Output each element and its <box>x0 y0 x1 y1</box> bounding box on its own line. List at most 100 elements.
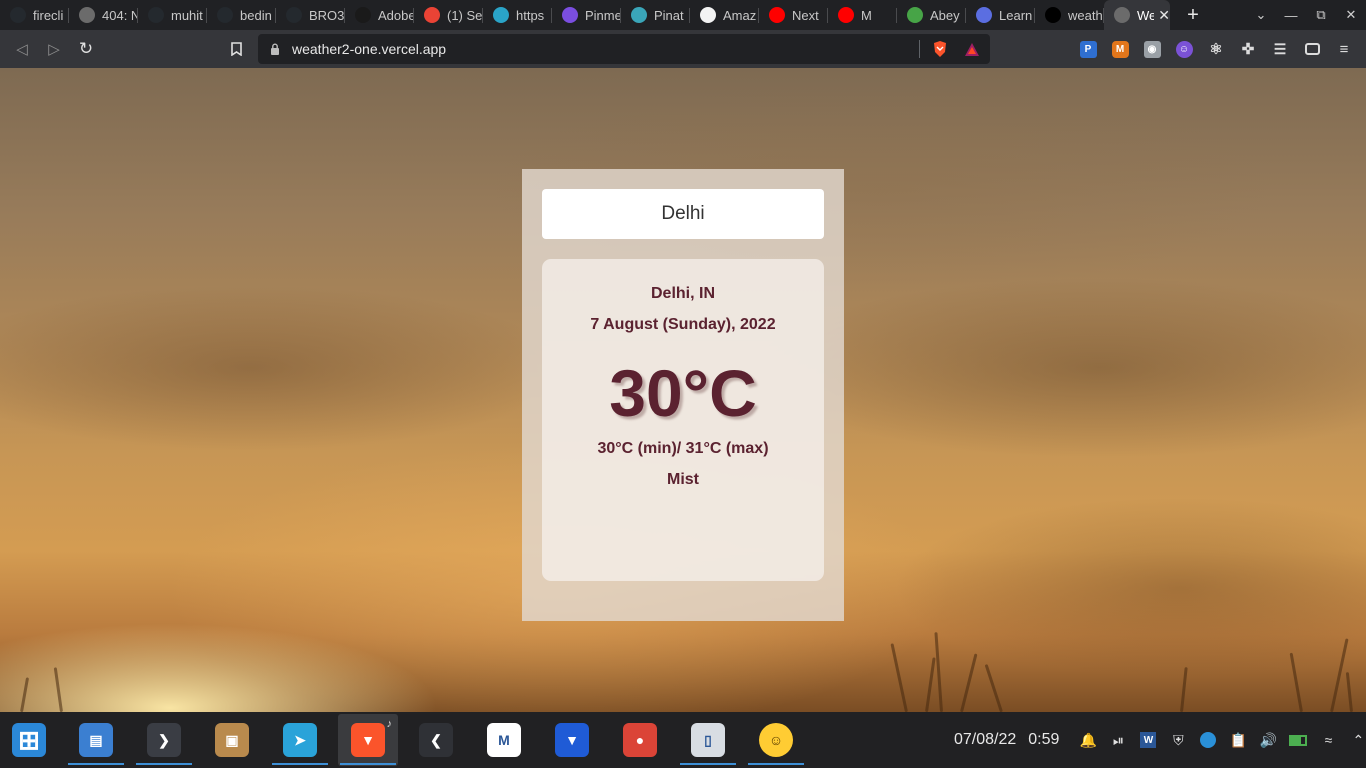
grass-blade <box>925 657 936 712</box>
tab[interactable]: muhit <box>138 0 207 30</box>
brave-shields-icon[interactable] <box>930 39 950 59</box>
grass-blade <box>890 643 908 712</box>
taskbar-apps: ⊞ ▤ ❯ ▣ ➤ ▼ ♪ ❮ M ▼ ● ▯ ☺ <box>0 714 806 766</box>
taskbar-app-terminal[interactable]: ❯ <box>134 714 194 766</box>
tab-title: 404: N <box>102 7 138 23</box>
weather-card: Delhi, IN 7 August (Sunday), 2022 30°C 3… <box>522 169 844 621</box>
browser-tab-strip: firecli 404: N muhit bedin BRO3 Adobe (1) Se ht… <box>0 0 1366 30</box>
extensions-puzzle-icon[interactable]: ✜ <box>1232 33 1264 65</box>
clipboard-icon[interactable]: 📋 <box>1223 725 1253 755</box>
tab[interactable]: firecli <box>0 0 69 30</box>
tab-title: (1) Se <box>447 7 483 23</box>
metamask-icon[interactable]: M <box>1104 33 1136 65</box>
chevron-up-icon[interactable]: ⌃ <box>1343 725 1366 755</box>
taskbar-app-file-manager[interactable]: ▤ <box>66 714 126 766</box>
clock-time: 0:59 <box>1028 731 1060 748</box>
tab-title: bedin <box>240 7 272 23</box>
package-box-icon: ▣ <box>215 723 249 757</box>
taskbar: ⊞ ▤ ❯ ▣ ➤ ▼ ♪ ❮ M ▼ ● ▯ ☺ 07/08/22 0:59 🔔 ⏯ W ⛨ 📋 🔊 … <box>0 712 1366 768</box>
back-icon[interactable]: ◁ <box>6 33 38 65</box>
updates-icon[interactable] <box>1193 725 1223 755</box>
lock-icon[interactable] <box>268 42 282 56</box>
tab-title: https <box>516 7 545 23</box>
camera-icon[interactable]: ◉ <box>1136 33 1168 65</box>
brave-browser-icon: ▼ <box>351 723 385 757</box>
pyright-extension-icon[interactable]: P <box>1072 33 1104 65</box>
volume-icon[interactable]: 🔊 <box>1253 725 1283 755</box>
taskbar-app-brave-browser[interactable]: ▼ ♪ <box>338 714 398 766</box>
ghost-extension-icon[interactable]: ☺ <box>1168 33 1200 65</box>
tab[interactable]: Pinat <box>621 0 690 30</box>
tab[interactable]: Next <box>759 0 828 30</box>
tab-title: Abey <box>930 7 960 23</box>
taskbar-app-kde-connect[interactable]: ▯ <box>678 714 738 766</box>
pinme-icon <box>562 7 578 23</box>
tab[interactable]: Amaz <box>690 0 759 30</box>
taskbar-app-start-menu[interactable]: ⊞ <box>0 714 58 766</box>
city-search-input[interactable] <box>542 189 824 239</box>
tab[interactable]: M <box>828 0 897 30</box>
notifications-icon[interactable]: 🔔 <box>1073 725 1103 755</box>
taskbar-app-mongodb-compass[interactable]: M <box>474 714 534 766</box>
grass-blade <box>984 663 1003 712</box>
weather-info-panel: Delhi, IN 7 August (Sunday), 2022 30°C 3… <box>542 259 824 581</box>
wifi-icon[interactable]: ≈ <box>1313 725 1343 755</box>
tab-title: BRO3 <box>309 7 345 23</box>
extensions-bar: P M ◉ ☺ ⚛ ✜ ☰ ≡ <box>1072 33 1360 65</box>
tab[interactable]: Abey <box>897 0 966 30</box>
tab[interactable]: https <box>483 0 552 30</box>
github-icon <box>10 7 26 23</box>
file-manager-icon: ▤ <box>79 723 113 757</box>
tab[interactable]: bedin <box>207 0 276 30</box>
taskbar-app-telegram[interactable]: ➤ <box>270 714 330 766</box>
battery-icon[interactable] <box>1283 725 1313 755</box>
github-icon <box>286 7 302 23</box>
tab[interactable]: Pinme <box>552 0 621 30</box>
taskbar-app-emoji-picker[interactable]: ☺ <box>746 714 806 766</box>
close-tab-icon[interactable]: ✕ <box>1158 7 1170 24</box>
restore-icon[interactable]: ⧉ <box>1306 0 1336 30</box>
tab-list: firecli 404: N muhit bedin BRO3 Adobe (1) Se ht… <box>0 0 1170 30</box>
menu-icon[interactable]: ≡ <box>1328 33 1360 65</box>
kde-connect-icon: ▯ <box>691 723 725 757</box>
react-devtools-icon[interactable]: ⚛ <box>1200 33 1232 65</box>
diamond-icon <box>976 7 992 23</box>
tab[interactable]: 404: N <box>69 0 138 30</box>
media-queue-icon[interactable]: ☰ <box>1264 33 1296 65</box>
min-max-temperature: 30°C (min)/ 31°C (max) <box>597 440 769 457</box>
tab[interactable]: weath <box>1035 0 1104 30</box>
wallet-icon[interactable] <box>1296 33 1328 65</box>
tab-search-icon[interactable]: ⌄ <box>1246 0 1276 30</box>
tab-active[interactable]: We ✕ <box>1104 0 1170 30</box>
address-bar[interactable]: weather2-one.vercel.app <box>258 34 990 64</box>
tab[interactable]: Adobe <box>345 0 414 30</box>
taskbar-app-vscode[interactable]: ❮ <box>406 714 466 766</box>
clock[interactable]: 07/08/22 0:59 <box>954 731 1059 749</box>
forward-icon[interactable]: ▷ <box>38 33 70 65</box>
tab-title: Amaz <box>723 7 757 23</box>
url-text[interactable]: weather2-one.vercel.app <box>292 41 919 57</box>
brave-rewards-icon[interactable] <box>962 39 982 59</box>
media-play-icon[interactable]: ⏯ <box>1103 725 1133 755</box>
system-tray: 🔔 ⏯ W ⛨ 📋 🔊 ≈ ⌃ <box>1073 725 1366 755</box>
vpn-shield-icon[interactable]: ⛨ <box>1163 725 1193 755</box>
vscode-icon: ❮ <box>419 723 453 757</box>
bookmark-icon[interactable] <box>220 33 252 65</box>
tab[interactable]: (1) Se <box>414 0 483 30</box>
taskbar-app-package-box[interactable]: ▣ <box>202 714 262 766</box>
clock-date: 07/08/22 <box>954 731 1017 748</box>
grass-blade <box>20 677 30 712</box>
close-window-icon[interactable]: ✕ <box>1336 0 1366 30</box>
tab-title: M <box>861 7 872 23</box>
vercel-icon <box>1045 7 1061 23</box>
taskbar-app-chrome-beta[interactable]: ● <box>610 714 670 766</box>
word-app-icon[interactable]: W <box>1133 725 1163 755</box>
minimize-icon[interactable]: — <box>1276 0 1306 30</box>
reload-icon[interactable]: ↻ <box>70 33 102 65</box>
new-tab-button[interactable]: + <box>1178 0 1208 30</box>
grass-blade <box>1180 667 1188 712</box>
taskbar-app-brave-beta[interactable]: ▼ <box>542 714 602 766</box>
tab[interactable]: BRO3 <box>276 0 345 30</box>
tab-title: Learn <box>999 7 1033 23</box>
tab[interactable]: Learn <box>966 0 1035 30</box>
